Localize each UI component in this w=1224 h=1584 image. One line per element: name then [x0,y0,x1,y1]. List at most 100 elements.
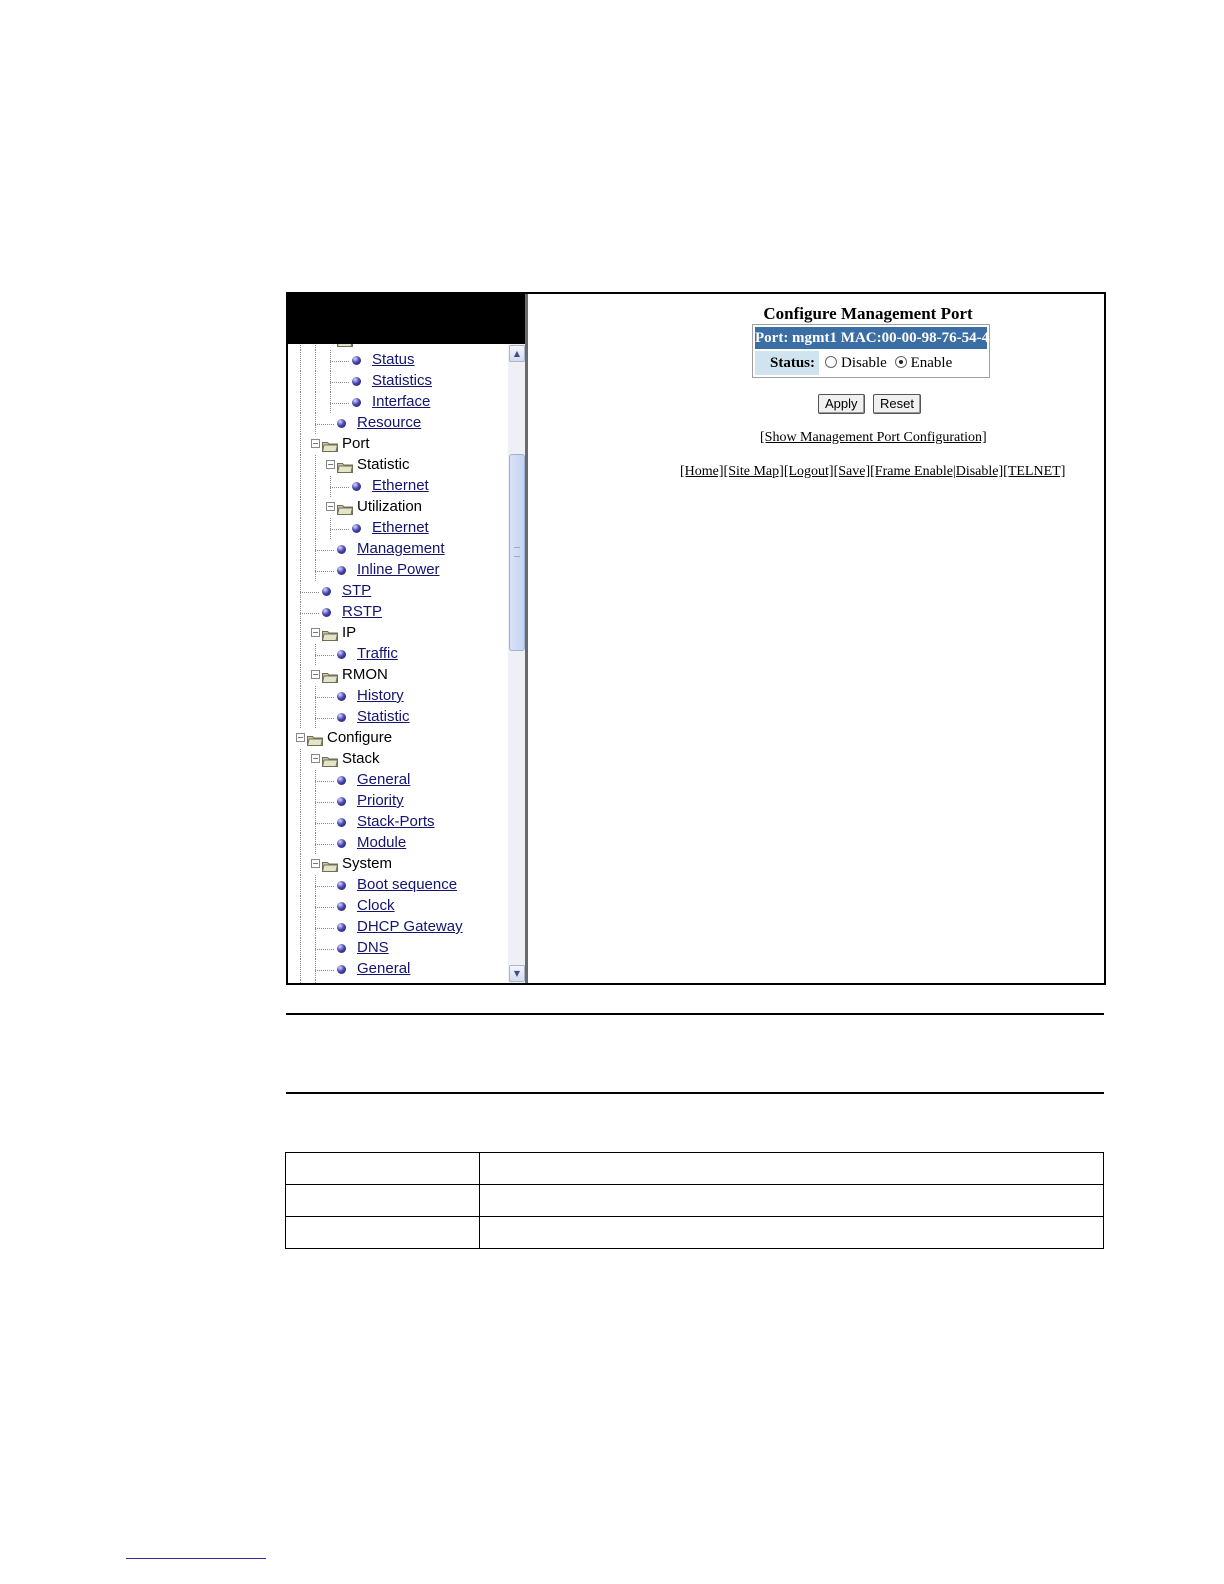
nav-item-label[interactable]: DNS [357,939,389,956]
save-link[interactable]: [Save] [834,464,871,479]
bullet-icon [337,797,346,806]
nav-tree-item[interactable]: − Stack [288,749,508,770]
nav-item-label[interactable]: History [357,687,404,704]
folder-icon [336,460,354,473]
nav-tree-item[interactable]: − Port [288,434,508,455]
home-link[interactable]: [Home] [680,464,724,479]
nav-item-label[interactable]: Ethernet [372,519,429,536]
logout-link[interactable]: [Logout] [784,464,834,479]
table-cell [285,1184,480,1217]
site-map-link[interactable]: [Site Map] [724,464,784,479]
nav-scrollbar[interactable]: ▲ ▼ [508,344,525,983]
folder-icon [321,754,339,767]
nav-item-label[interactable]: Management [357,540,445,557]
nav-tree-item[interactable]: STP [288,581,508,602]
reset-button[interactable]: Reset [873,394,921,414]
nav-tree-item[interactable]: Clock [288,896,508,917]
scroll-down-icon[interactable]: ▼ [509,965,525,982]
collapse-toggle-icon[interactable]: − [311,859,320,868]
navigation-pane: − Stack-Ports Status Statistics Interface Res… [288,294,528,983]
nav-tree-item[interactable] [288,980,508,983]
nav-item-label[interactable]: Ethernet [372,477,429,494]
nav-tree-item[interactable]: − Statistic [288,455,508,476]
tree-guide [300,413,301,434]
status-label: Status: [755,351,819,375]
nav-item-label[interactable]: Clock [357,897,395,914]
nav-tree-item[interactable]: Statistic [288,707,508,728]
nav-tree-item[interactable]: RSTP [288,602,508,623]
nav-tree-item[interactable]: Priority [288,791,508,812]
nav-item-label[interactable]: Resource [357,414,421,431]
bullet-icon [337,902,346,911]
tree-guide [315,886,334,887]
tree-guide [315,424,334,425]
collapse-toggle-icon[interactable]: − [311,754,320,763]
nav-item-label[interactable]: RSTP [342,603,382,620]
tree-guide [300,749,301,770]
collapse-toggle-icon[interactable]: − [311,628,320,637]
nav-tree-item[interactable]: Statistics [288,371,508,392]
scroll-thumb[interactable] [509,454,525,651]
bullet-icon [337,965,346,974]
nav-item-label[interactable]: Status [372,351,415,368]
nav-tree-item[interactable]: General [288,770,508,791]
disable-radio[interactable] [825,356,837,368]
nav-tree-item[interactable]: Resource [288,413,508,434]
nav-item-label[interactable]: Priority [357,792,404,809]
nav-item-label[interactable]: STP [342,582,371,599]
collapse-toggle-icon[interactable]: − [296,733,305,742]
nav-item-label[interactable]: Inline Power [357,561,440,578]
page-title: Configure Management Port [763,304,973,323]
nav-tree-item[interactable]: Stack-Ports [288,812,508,833]
collapse-toggle-icon[interactable]: − [311,670,320,679]
collapse-toggle-icon[interactable]: − [311,439,320,448]
tree-guide [315,655,334,656]
nav-tree-item[interactable]: DHCP Gateway [288,917,508,938]
nav-tree-item[interactable]: − Utilization [288,497,508,518]
scroll-up-icon[interactable]: ▲ [509,345,525,362]
enable-option[interactable]: Enable [894,355,952,371]
nav-tree-item[interactable]: − Configure [288,728,508,749]
frame-toggle-link[interactable]: [Frame Enable|Disable] [870,464,1003,479]
bullet-icon [352,356,361,365]
bullet-icon [337,692,346,701]
nav-tree-item[interactable]: Status [288,350,508,371]
nav-item-label[interactable]: Module [357,834,406,851]
tree-guide [300,833,301,854]
nav-item-label[interactable]: Traffic [357,645,398,662]
nav-tree-item[interactable]: General [288,959,508,980]
nav-tree-item[interactable]: Traffic [288,644,508,665]
enable-radio[interactable] [894,356,907,368]
nav-item-label[interactable]: General [357,960,410,977]
nav-tree-item[interactable]: Management [288,539,508,560]
show-config-link[interactable]: [Show Management Port Configuration] [760,430,987,446]
nav-item-label[interactable]: DHCP Gateway [357,918,463,935]
nav-tree-item[interactable]: DNS [288,938,508,959]
telnet-link[interactable]: [TELNET] [1003,464,1065,479]
nav-item-label[interactable]: General [357,771,410,788]
nav-tree-item[interactable]: − System [288,854,508,875]
collapse-toggle-icon[interactable]: − [326,460,335,469]
apply-button[interactable]: Apply [818,394,865,414]
nav-tree-item[interactable]: Boot sequence [288,875,508,896]
folder-icon [321,628,339,641]
disable-option[interactable]: Disable [825,355,887,371]
nav-tree-item[interactable]: Interface [288,392,508,413]
nav-tree-item[interactable]: History [288,686,508,707]
tree-guide [300,665,301,686]
nav-item-label[interactable]: Boot sequence [357,876,457,893]
nav-tree-item[interactable]: Inline Power [288,560,508,581]
nav-item-label[interactable]: Stack-Ports [357,813,435,830]
collapse-toggle-icon[interactable]: − [326,502,335,511]
nav-item-label[interactable]: Statistic [357,708,410,725]
nav-tree-item[interactable]: Ethernet [288,476,508,497]
nav-item-label[interactable]: Interface [372,393,430,410]
nav-tree-item[interactable]: Ethernet [288,518,508,539]
tree-guide [315,476,316,497]
nav-tree-item[interactable]: − RMON [288,665,508,686]
nav-tree-item[interactable]: − IP [288,623,508,644]
tree-guide [315,350,316,371]
nav-item-label[interactable]: Statistics [372,372,432,389]
nav-tree-item[interactable]: Module [288,833,508,854]
tree-guide [300,560,301,581]
